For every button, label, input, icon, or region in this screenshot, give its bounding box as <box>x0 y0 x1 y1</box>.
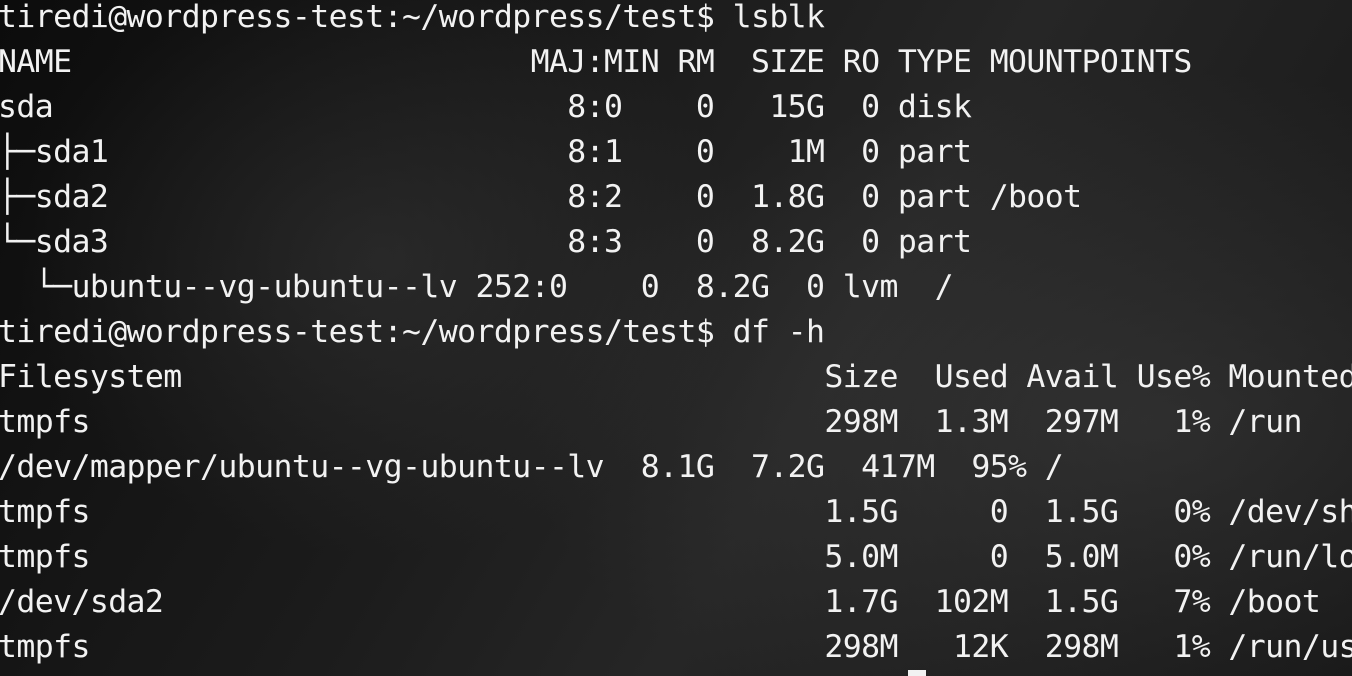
df-row-tmpfs-shm: tmpfs 1.5G 0 1.5G 0% /dev/shm <box>0 494 1352 530</box>
df-row-tmpfs-lock: tmpfs 5.0M 0 5.0M 0% /run/lock <box>0 539 1352 575</box>
df-row-tmpfs-user: tmpfs 298M 12K 298M 1% /run/user/1000 <box>0 629 1352 665</box>
lsblk-header-row: NAME MAJ:MIN RM SIZE RO TYPE MOUNTPOINTS <box>0 44 1192 80</box>
lsblk-row-sda1: ├─sda1 8:1 0 1M 0 part <box>0 134 972 170</box>
lsblk-row-sda2: ├─sda2 8:2 0 1.8G 0 part /boot <box>0 179 1082 215</box>
df-row-mapper-root: /dev/mapper/ubuntu--vg-ubuntu--lv 8.1G 7… <box>0 449 1064 485</box>
lsblk-row-sda: sda 8:0 0 15G 0 disk <box>0 89 972 125</box>
terminal-window[interactable]: tiredi@wordpress-test:~/wordpress/test$ … <box>0 0 1352 676</box>
prompt-line-lsblk: tiredi@wordpress-test:~/wordpress/test$ … <box>0 0 825 35</box>
df-header-row: Filesystem Size Used Avail Use% Mounted … <box>0 359 1352 395</box>
lsblk-row-sda3: └─sda3 8:3 0 8.2G 0 part <box>0 224 972 260</box>
df-row-tmpfs-run: tmpfs 298M 1.3M 297M 1% /run <box>0 404 1302 440</box>
lsblk-row-ubuntu-lv: └─ubuntu--vg-ubuntu--lv 252:0 0 8.2G 0 l… <box>0 269 954 305</box>
prompt-line-df: tiredi@wordpress-test:~/wordpress/test$ … <box>0 314 825 350</box>
terminal-output: tiredi@wordpress-test:~/wordpress/test$ … <box>0 0 1352 670</box>
df-row-sda2-boot: /dev/sda2 1.7G 102M 1.5G 7% /boot <box>0 584 1321 620</box>
text-cursor <box>908 670 926 676</box>
